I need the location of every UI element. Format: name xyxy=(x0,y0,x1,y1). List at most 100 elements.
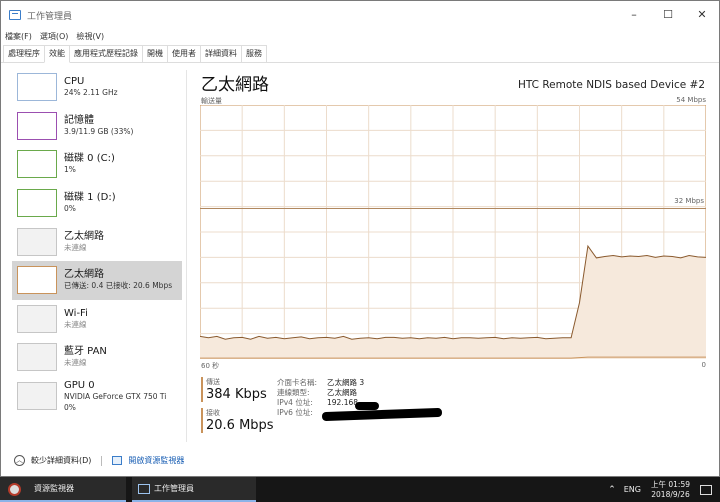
send-stat: 傳送 384 Kbps xyxy=(201,377,274,402)
task-manager-app-icon xyxy=(138,484,150,494)
throughput-stats: 傳送 384 Kbps 接收 20.6 Mbps xyxy=(201,377,274,439)
throughput-chart xyxy=(200,105,706,359)
tab-performance[interactable]: 效能 xyxy=(44,45,70,63)
sidebar-item-detail: 未連線 xyxy=(64,319,87,329)
sidebar-text: GPU 0 NVIDIA GeForce GTX 750 Ti 0% xyxy=(64,380,166,413)
minimize-button[interactable]: – xyxy=(617,1,651,29)
sidebar-thumbnail xyxy=(17,150,57,179)
receive-stat: 接收 20.6 Mbps xyxy=(201,408,274,433)
sidebar-text: 磁碟 0 (C:) 1% xyxy=(64,153,115,175)
sidebar-item-detail: NVIDIA GeForce GTX 750 Ti xyxy=(64,391,167,401)
sidebar-text: 記憶體 3.9/11.9 GB (33%) xyxy=(64,115,133,137)
fewer-details-link[interactable]: 較少詳細資料(D) xyxy=(31,455,91,466)
sidebar-text: CPU 24% 2.11 GHz xyxy=(64,76,118,98)
tab-services[interactable]: 服務 xyxy=(241,45,267,62)
sidebar-item[interactable]: 磁碟 0 (C:) 1% xyxy=(12,145,182,184)
sidebar-thumbnail xyxy=(17,266,57,295)
menu-view[interactable]: 檢視(V) xyxy=(76,31,104,42)
menu-options[interactable]: 選項(O) xyxy=(40,31,69,42)
title-bar[interactable]: 工作管理員 – ☐ ✕ xyxy=(1,1,719,29)
sidebar-thumbnail xyxy=(17,73,57,102)
sidebar-item[interactable]: 乙太網路 未連線 xyxy=(12,222,182,261)
sidebar-item-detail: 1% xyxy=(64,165,76,175)
sidebar-item[interactable]: GPU 0 NVIDIA GeForce GTX 750 Ti 0% xyxy=(12,377,182,416)
chevron-up-icon[interactable]: ︿ xyxy=(14,455,25,466)
sidebar-item-name: GPU 0 xyxy=(64,379,95,391)
footer-separator xyxy=(101,455,103,466)
sidebar-text: 乙太網路 已傳送: 0.4 已接收: 20.6 Mbps xyxy=(64,269,172,291)
sidebar-item-detail: 0% xyxy=(64,402,76,412)
sidebar-item-detail: 3.9/11.9 GB (33%) xyxy=(64,126,134,136)
taskbar: 資源監視器 工作管理員 ⌃ ENG 上午 01:59 2018/9/26 xyxy=(0,477,720,502)
menu-file[interactable]: 檔案(F) xyxy=(5,31,32,42)
sidebar-item-name: 藍牙 PAN xyxy=(64,346,107,358)
sidebar-item-name: 乙太網路 xyxy=(64,269,104,281)
taskbar-label: 工作管理員 xyxy=(154,484,194,493)
clock[interactable]: 上午 01:59 2018/9/26 xyxy=(651,480,690,500)
scale-mid-label: 32 Mbps xyxy=(674,197,704,205)
tab-app-history[interactable]: 應用程式歷程記錄 xyxy=(69,45,143,62)
sidebar-item[interactable]: CPU 24% 2.11 GHz xyxy=(12,68,182,107)
sidebar-text: 藍牙 PAN 未連線 xyxy=(64,346,107,368)
info-row-adapter: 介面卡名稱: 乙太網路 3 xyxy=(277,377,364,387)
sidebar-item-detail: 未連線 xyxy=(64,242,87,252)
notification-icon[interactable] xyxy=(700,484,712,495)
info-value: 乙太網路 xyxy=(327,387,357,397)
sidebar-thumbnail xyxy=(17,343,57,372)
taskbar-label: 資源監視器 xyxy=(34,484,74,493)
tab-processes[interactable]: 處理程序 xyxy=(3,45,45,62)
task-manager-icon xyxy=(9,10,21,20)
sidebar-item-detail: 已傳送: 0.4 已接收: 20.6 Mbps xyxy=(64,281,173,291)
sidebar-item[interactable]: 記憶體 3.9/11.9 GB (33%) xyxy=(12,107,182,146)
sidebar-item-detail: 0% xyxy=(64,204,76,214)
sidebar-item-name: 記憶體 xyxy=(64,114,94,126)
sidebar-item-name: CPU xyxy=(64,76,85,88)
sidebar-item-name: 乙太網路 xyxy=(64,230,104,242)
sidebar-text: Wi-Fi 未連線 xyxy=(64,308,88,330)
send-label: 傳送 xyxy=(206,378,220,386)
taskbar-item-resource-monitor[interactable]: 資源監視器 xyxy=(0,477,126,502)
sidebar-item-name: 磁碟 1 (D:) xyxy=(64,192,116,204)
device-name: HTC Remote NDIS based Device #2 xyxy=(517,79,705,91)
send-value: 384 Kbps xyxy=(206,387,267,402)
page-title: 乙太網路 xyxy=(201,75,269,95)
info-key: IPv6 位址: xyxy=(277,407,313,417)
sidebar-thumbnail xyxy=(17,111,57,140)
tab-users[interactable]: 使用者 xyxy=(167,45,201,62)
sidebar-item[interactable]: Wi-Fi 未連線 xyxy=(12,300,182,339)
sidebar-item-detail: 24% 2.11 GHz xyxy=(64,88,118,98)
tab-details[interactable]: 詳細資料 xyxy=(200,45,242,62)
sidebar-thumbnail xyxy=(17,227,57,256)
open-resource-monitor-link[interactable]: 開啟資源監視器 xyxy=(128,455,184,466)
maximize-button[interactable]: ☐ xyxy=(651,1,685,29)
sidebar-item[interactable]: 藍牙 PAN 未連線 xyxy=(12,338,182,377)
sidebar-thumbnail xyxy=(17,382,57,411)
sidebar-item-name: 磁碟 0 (C:) xyxy=(64,153,115,165)
taskbar-item-task-manager[interactable]: 工作管理員 xyxy=(132,477,256,502)
receive-label: 接收 xyxy=(206,409,220,417)
sidebar-text: 乙太網路 未連線 xyxy=(64,231,104,253)
footer: ︿ 較少詳細資料(D) 開啟資源監視器 xyxy=(14,455,184,466)
sidebar-item[interactable]: 磁碟 1 (D:) 0% xyxy=(12,184,182,223)
info-row-ipv4: IPv4 位址: 192.168. xyxy=(277,397,364,407)
close-button[interactable]: ✕ xyxy=(685,1,719,29)
axis-label-zero: 0 xyxy=(701,361,706,369)
sidebar-item-name: Wi-Fi xyxy=(64,307,88,319)
system-tray: ⌃ ENG 上午 01:59 2018/9/26 xyxy=(608,480,720,500)
tab-startup[interactable]: 開機 xyxy=(142,45,168,62)
info-row-connection: 連線類型: 乙太網路 xyxy=(277,387,364,397)
chevron-up-icon[interactable]: ⌃ xyxy=(608,485,616,495)
redaction-mark xyxy=(355,402,379,410)
sidebar-thumbnail xyxy=(17,304,57,333)
menu-bar: 檔案(F) 選項(O) 檢視(V) xyxy=(1,29,719,43)
sidebar-item[interactable]: 乙太網路 已傳送: 0.4 已接收: 20.6 Mbps xyxy=(12,260,182,300)
axis-label-max: 54 Mbps xyxy=(676,96,706,104)
sidebar-item-detail: 未連線 xyxy=(64,358,87,368)
resource-monitor-icon[interactable] xyxy=(112,456,123,465)
sidebar-text: 磁碟 1 (D:) 0% xyxy=(64,192,116,214)
resource-monitor-app-icon xyxy=(8,483,21,496)
receive-value: 20.6 Mbps xyxy=(206,418,274,433)
input-language[interactable]: ENG xyxy=(624,485,641,494)
clock-time: 上午 01:59 xyxy=(651,479,690,489)
resource-sidebar: CPU 24% 2.11 GHz 記憶體 3.9/11.9 GB (33%) 磁碟 0 … xyxy=(12,68,182,415)
